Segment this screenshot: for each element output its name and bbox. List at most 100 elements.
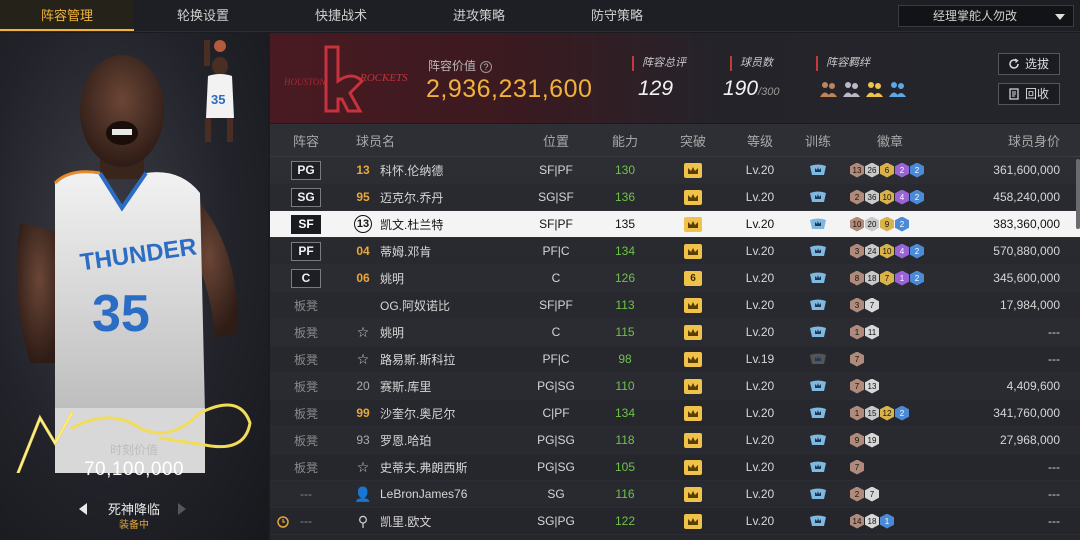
badge-cell[interactable]: 13 26 6 2 2 [844, 162, 936, 178]
manager-dropdown[interactable]: 经理掌舵人勿改 [898, 5, 1074, 27]
badge-cell[interactable]: 1 15 12 2 [844, 405, 936, 421]
training-cell[interactable] [792, 460, 844, 474]
col-badge[interactable]: 徽章 [844, 131, 936, 150]
training-cell[interactable] [792, 514, 844, 528]
training-cell[interactable] [792, 271, 844, 285]
player-name[interactable]: LeBronJames76 [380, 487, 467, 501]
training-cell[interactable] [792, 487, 844, 501]
badge-cell[interactable]: 7 13 [844, 378, 936, 394]
col-breakthrough[interactable]: 突破 [658, 131, 728, 150]
col-training[interactable]: 训练 [792, 131, 844, 150]
breakthrough-cell[interactable] [658, 190, 728, 205]
table-row[interactable]: 板凳 ☆ 史蒂夫.弗朗西斯 PG|SG 105 Lv.20 7 --- [270, 454, 1080, 481]
badge-cell[interactable]: 7 [844, 459, 936, 475]
col-ability[interactable]: 能力 [592, 131, 658, 150]
table-row[interactable]: C 06 姚明 C 126 6 Lv.20 8 18 7 1 2 345,600,000 [270, 265, 1080, 292]
breakthrough-cell[interactable]: 6 [658, 270, 728, 286]
slot-label[interactable]: PF [291, 241, 321, 261]
player-name[interactable]: OG.阿奴诺比 [380, 297, 450, 314]
bond-icon-2[interactable] [841, 80, 861, 98]
training-cell[interactable] [792, 352, 844, 366]
col-position[interactable]: 位置 [520, 131, 592, 150]
player-name[interactable]: 罗恩.哈珀 [380, 432, 431, 449]
training-cell[interactable] [792, 379, 844, 393]
table-row[interactable]: SG 95 迈克尔.乔丹 SG|SF 136 Lv.20 2 36 10 4 2 458,240,00… [270, 184, 1080, 211]
table-row[interactable]: 板凳 20 赛斯.库里 PG|SG 110 Lv.20 7 13 4,409,600 [270, 373, 1080, 400]
tab-defense-strategy[interactable]: 防守策略 [548, 0, 686, 31]
breakthrough-cell[interactable] [658, 379, 728, 394]
slot-label[interactable]: SG [291, 187, 321, 207]
bond-icon-1[interactable] [818, 80, 838, 98]
badge-cell[interactable]: 9 19 [844, 432, 936, 448]
badge-cell[interactable]: 8 18 7 1 2 [844, 270, 936, 286]
tab-lineup-management[interactable]: 阵容管理 [0, 0, 134, 31]
training-cell[interactable] [792, 217, 844, 231]
player-name[interactable]: 姚明 [380, 270, 404, 287]
player-name[interactable]: 凯里.欧文 [380, 513, 431, 530]
player-name[interactable]: 赛斯.库里 [380, 378, 431, 395]
table-row[interactable]: 板凳 ☆ 姚明 C 115 Lv.20 1 11 --- [270, 319, 1080, 346]
table-row[interactable]: 板凳 ·OG.阿奴诺比 SF|PF 113 Lv.20 37 17,984,000 [270, 292, 1080, 319]
training-cell[interactable] [792, 298, 844, 312]
col-name[interactable]: 球员名 [342, 131, 520, 150]
tab-offense-strategy[interactable]: 进攻策略 [410, 0, 548, 31]
breakthrough-cell[interactable] [658, 514, 728, 529]
breakthrough-cell[interactable] [658, 244, 728, 259]
breakthrough-cell[interactable] [658, 460, 728, 475]
help-icon[interactable]: ? [480, 61, 493, 73]
badge-cell[interactable]: 3 24 10 4 2 [844, 243, 936, 259]
badge-cell[interactable]: 1 11 [844, 324, 936, 340]
breakthrough-cell[interactable] [658, 217, 728, 232]
player-name[interactable]: 沙奎尔.奥尼尔 [380, 405, 455, 422]
breakthrough-cell[interactable] [658, 352, 728, 367]
training-cell[interactable] [792, 163, 844, 177]
col-slot[interactable]: 阵容 [270, 131, 342, 150]
player-name[interactable]: 迈克尔.乔丹 [380, 189, 443, 206]
bond-icon-4[interactable] [887, 80, 907, 98]
breakthrough-cell[interactable] [658, 487, 728, 502]
badge-cell[interactable]: 10 20 9 2 [844, 216, 936, 232]
col-level[interactable]: 等级 [728, 131, 792, 150]
table-row[interactable]: --- 👤 LeBronJames76 SG 116 Lv.20 2 7 --- [270, 481, 1080, 508]
training-cell[interactable] [792, 190, 844, 204]
tab-rotation-settings[interactable]: 轮换设置 [134, 0, 272, 31]
table-row[interactable]: 板凳 ☆ 路易斯.斯科拉 PF|C 98 Lv.19 7 --- [270, 346, 1080, 373]
table-row[interactable]: PF 04 蒂姆.邓肯 PF|C 134 Lv.20 3 24 10 4 2 570,880,000 [270, 238, 1080, 265]
table-row[interactable]: 板凳 99 沙奎尔.奥尼尔 C|PF 134 Lv.20 1 15 12 2 341,760,000 [270, 400, 1080, 427]
badge-cell[interactable]: 37 [844, 297, 936, 313]
breakthrough-cell[interactable] [658, 298, 728, 313]
slot-label[interactable]: C [291, 268, 321, 288]
next-card-arrow-icon[interactable] [178, 503, 186, 515]
recycle-button[interactable]: 回收 [998, 83, 1060, 105]
table-row[interactable]: SF 13 凯文.杜兰特 SF|PF 135 Lv.20 10 20 9 2 383,360,000 [270, 211, 1080, 238]
breakthrough-cell[interactable] [658, 433, 728, 448]
table-row[interactable]: --- ⚲ 凯里.欧文 SG|PG 122 Lv.20 14 18 1 --- [270, 508, 1080, 535]
bond-icon-3[interactable] [864, 80, 884, 98]
breakthrough-cell[interactable] [658, 325, 728, 340]
tab-quick-tactics[interactable]: 快捷战术 [272, 0, 410, 31]
player-name[interactable]: 姚明 [380, 324, 404, 341]
player-name[interactable]: 蒂姆.邓肯 [380, 243, 431, 260]
breakthrough-cell[interactable] [658, 406, 728, 421]
breakthrough-cell[interactable] [658, 163, 728, 178]
player-name[interactable]: 凯文.杜兰特 [380, 216, 443, 233]
player-name[interactable]: 路易斯.斯科拉 [380, 351, 455, 368]
badge-cell[interactable]: 2 36 10 4 2 [844, 189, 936, 205]
badge-cell[interactable]: 27 [844, 486, 936, 502]
badge-cell[interactable]: 7 [844, 351, 936, 367]
training-cell[interactable] [792, 244, 844, 258]
training-cell[interactable] [792, 325, 844, 339]
slot-label[interactable]: SF [291, 214, 321, 234]
slot-label[interactable]: PG [291, 160, 321, 180]
bond-icons[interactable] [818, 80, 907, 98]
table-row[interactable]: PG 13 科怀.伦纳德 SF|PF 130 Lv.20 13 26 6 2 2 361,600,00… [270, 157, 1080, 184]
player-name[interactable]: 史蒂夫.弗朗西斯 [380, 459, 467, 476]
select-players-button[interactable]: 选拔 [998, 53, 1060, 75]
col-value[interactable]: 球员身价 [936, 131, 1080, 150]
player-name[interactable]: 科怀.伦纳德 [380, 162, 443, 179]
scrollbar[interactable] [1076, 159, 1080, 229]
table-row[interactable]: 板凳 93 罗恩.哈珀 PG|SG 118 Lv.20 9 19 27,968,000 [270, 427, 1080, 454]
badge-cell[interactable]: 14 18 1 [844, 513, 936, 529]
training-cell[interactable] [792, 433, 844, 447]
training-cell[interactable] [792, 406, 844, 420]
